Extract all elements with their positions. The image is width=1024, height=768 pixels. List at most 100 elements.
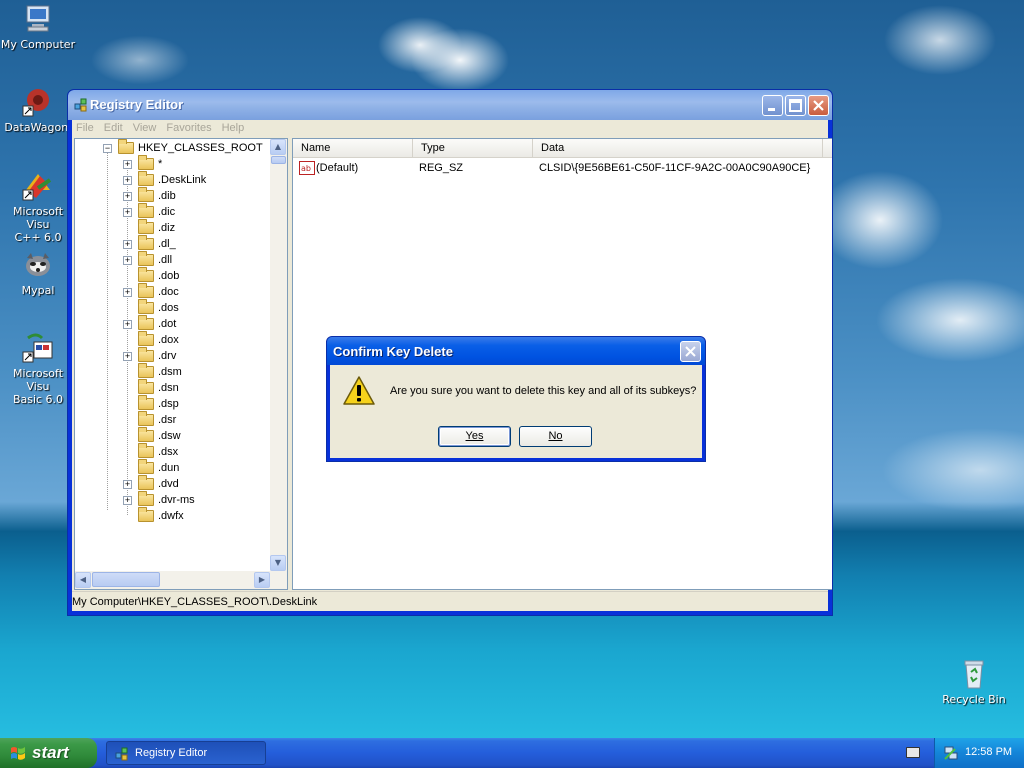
tree-item-label: .dob <box>158 270 180 282</box>
tree-root[interactable]: − HKEY_CLASSES_ROOT <box>75 139 271 156</box>
expand-icon[interactable]: + <box>123 288 132 297</box>
no-button[interactable]: No <box>519 426 592 447</box>
folder-icon <box>138 411 154 426</box>
list-row[interactable]: ab (Default) REG_SZ CLSID\{9E56BE61-C50F… <box>297 160 817 176</box>
scroll-right-button[interactable]: ▶ <box>254 572 270 588</box>
scroll-thumb[interactable] <box>92 572 160 587</box>
key-tree-pane[interactable]: − HKEY_CLASSES_ROOT + * + .DeskLink + .dib + .d… <box>74 138 288 590</box>
folder-icon <box>138 283 154 298</box>
folder-icon <box>138 363 154 378</box>
tree-item[interactable]: .dwfx <box>75 507 271 524</box>
scroll-down-button[interactable]: ▼ <box>270 555 286 571</box>
expand-icon[interactable]: + <box>123 256 132 265</box>
tree-item[interactable]: .dsm <box>75 363 271 380</box>
tree-item-label: .dwfx <box>158 510 184 522</box>
tree-item-label: .dot <box>158 318 177 330</box>
expand-icon[interactable]: + <box>123 320 132 329</box>
keyboard-layout-icon[interactable] <box>906 747 920 758</box>
expand-icon[interactable]: + <box>123 160 132 169</box>
maximize-button[interactable] <box>785 95 806 116</box>
desktop-icon-msvb[interactable]: Microsoft Visu Basic 6.0 <box>0 332 76 406</box>
tree-horizontal-scrollbar[interactable]: ◀ ▶ <box>75 571 287 589</box>
tree-item[interactable]: + * <box>75 155 271 172</box>
collapse-icon[interactable]: − <box>103 144 112 153</box>
taskbar-button-registry-editor[interactable]: Registry Editor <box>106 741 266 765</box>
column-data[interactable]: Data <box>533 139 823 158</box>
desktop-icon-my-computer[interactable]: My Computer <box>0 3 76 51</box>
open-folder-icon <box>138 171 154 186</box>
expand-icon[interactable]: + <box>123 480 132 489</box>
minimize-button[interactable] <box>762 95 783 116</box>
tree-item[interactable]: .dsn <box>75 379 271 396</box>
folder-icon <box>118 139 134 154</box>
close-button[interactable] <box>808 95 829 116</box>
tree-item[interactable]: .diz <box>75 219 271 236</box>
dialog-titlebar[interactable]: Confirm Key Delete <box>327 337 705 365</box>
tree-item[interactable]: .dob <box>75 267 271 284</box>
window-title: Registry Editor <box>90 97 184 112</box>
window-titlebar[interactable]: Registry Editor <box>68 90 832 120</box>
column-name[interactable]: Name <box>293 139 413 158</box>
minimize-icon <box>768 108 775 111</box>
value-type: REG_SZ <box>419 162 464 174</box>
tree-item[interactable]: + .dvr-ms <box>75 491 271 508</box>
desktop-icon-datawagon[interactable]: DataWagon. <box>0 86 76 134</box>
tree-item[interactable]: .dun <box>75 459 271 476</box>
network-icon[interactable] <box>943 745 959 761</box>
tree-item-label: .dib <box>158 190 176 202</box>
tree-item[interactable]: + .dll <box>75 251 271 268</box>
desktop-icon-mypal[interactable]: Mypal <box>0 249 76 297</box>
expand-icon[interactable]: + <box>123 352 132 361</box>
windows-logo-icon <box>11 747 25 760</box>
tree-item[interactable]: + .dot <box>75 315 271 332</box>
tree-item[interactable]: + .drv <box>75 347 271 364</box>
menu-help[interactable]: Help <box>218 120 251 134</box>
scroll-up-button[interactable]: ▲ <box>270 139 286 155</box>
menu-favorites[interactable]: Favorites <box>162 120 217 134</box>
menu-file[interactable]: File <box>72 120 100 134</box>
tree-item[interactable]: + .dib <box>75 187 271 204</box>
expand-icon[interactable]: + <box>123 496 132 505</box>
clock[interactable]: 12:58 PM <box>965 746 1012 758</box>
desktop-icon-recycle-bin[interactable]: Recycle Bin <box>936 658 1012 706</box>
close-icon <box>813 100 824 111</box>
tree-item[interactable]: .dox <box>75 331 271 348</box>
folder-icon <box>138 475 154 490</box>
value-name: (Default) <box>316 162 359 174</box>
yes-button[interactable]: Yes <box>438 426 511 447</box>
registry-editor-icon <box>74 98 87 112</box>
list-header: Name Type Data <box>293 139 832 158</box>
start-button[interactable]: start <box>0 738 97 768</box>
tree-vertical-scrollbar[interactable]: ▲ ▼ <box>270 139 287 571</box>
tree-item-label: .dsw <box>158 430 181 442</box>
tree-item[interactable]: + .dl_ <box>75 235 271 252</box>
column-type[interactable]: Type <box>413 139 533 158</box>
tree-item[interactable]: .dsx <box>75 443 271 460</box>
dialog-close-button[interactable] <box>680 341 701 362</box>
tree-item[interactable]: + .doc <box>75 283 271 300</box>
scroll-thumb[interactable] <box>271 156 286 164</box>
menu-view[interactable]: View <box>129 120 163 134</box>
visual-basic-icon <box>22 332 54 364</box>
menu-edit[interactable]: Edit <box>100 120 129 134</box>
tree-item[interactable]: .dsw <box>75 427 271 444</box>
expand-icon[interactable]: + <box>123 208 132 217</box>
system-tray: 12:58 PM <box>934 738 1024 768</box>
desktop-icon-msvc[interactable]: Microsoft Visu C++ 6.0 <box>0 170 76 244</box>
expand-icon[interactable]: + <box>123 240 132 249</box>
taskbar-button-label: Registry Editor <box>135 747 208 759</box>
tree-item-label: .dsm <box>158 366 182 378</box>
expand-icon[interactable]: + <box>123 192 132 201</box>
tree-item[interactable]: + .dvd <box>75 475 271 492</box>
folder-icon <box>138 491 154 506</box>
tree-item[interactable]: + .DeskLink <box>75 171 271 188</box>
tree-item[interactable]: .dsp <box>75 395 271 412</box>
scroll-left-button[interactable]: ◀ <box>75 572 91 588</box>
my-computer-icon <box>22 3 54 35</box>
expand-icon[interactable]: + <box>123 176 132 185</box>
tree-item[interactable]: .dos <box>75 299 271 316</box>
tree-item[interactable]: .dsr <box>75 411 271 428</box>
tree-item-label: .DeskLink <box>158 174 207 186</box>
tree-item[interactable]: + .dic <box>75 203 271 220</box>
folder-icon <box>138 395 154 410</box>
